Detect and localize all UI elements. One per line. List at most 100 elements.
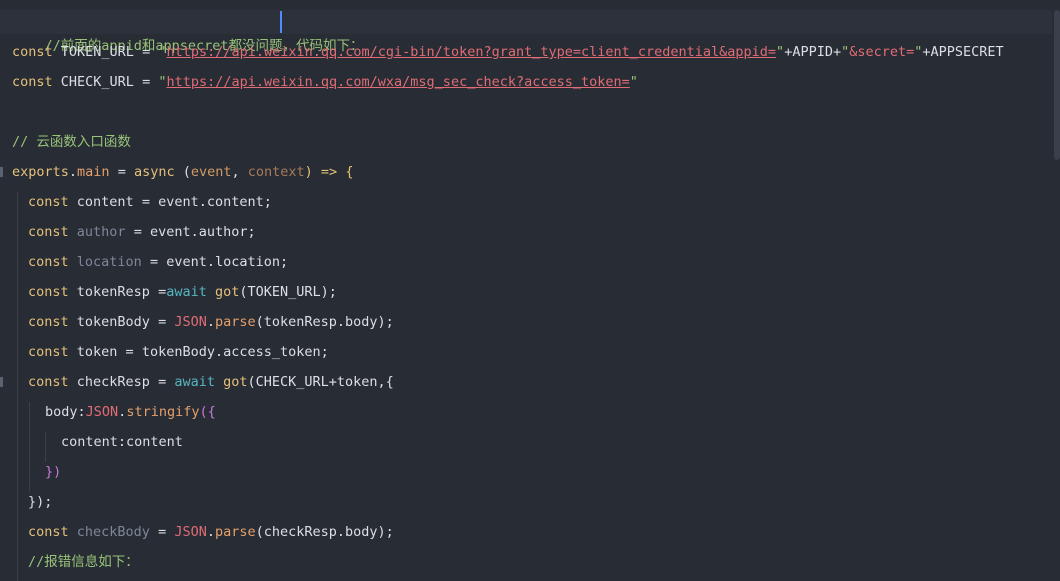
code-line-16[interactable]: })	[0, 460, 1060, 484]
code-line-8[interactable]: const author = event.author;	[0, 220, 1060, 244]
code-token: event.content;	[158, 194, 272, 210]
code-token: parse	[214, 524, 256, 540]
code-token: ({	[199, 404, 216, 420]
code-token: location	[76, 254, 142, 270]
code-token: const	[28, 314, 77, 330]
code-token: :	[77, 404, 86, 420]
code-token: CHECK_URL	[60, 74, 134, 90]
text-cursor	[280, 11, 282, 33]
code-token: &secret=	[849, 44, 915, 60]
code-token: TOKEN_URL	[60, 44, 134, 60]
code-token: main	[77, 164, 110, 180]
code-token: const	[28, 524, 77, 540]
code-token: =	[133, 44, 159, 60]
code-token: await	[174, 374, 215, 390]
code-token: const	[28, 344, 77, 360]
code-token: async	[133, 164, 175, 180]
code-token: event.location;	[166, 254, 289, 270]
code-token: got	[214, 284, 240, 300]
code-line-3[interactable]: const CHECK_URL = "https://api.weixin.qq…	[0, 70, 1052, 94]
code-token: checkBody	[76, 524, 150, 540]
code-token: (checkResp.body);	[255, 524, 394, 540]
code-line-7[interactable]: const content = event.content;	[0, 190, 1060, 214]
code-token: const	[28, 254, 77, 270]
code-token: parse	[214, 314, 256, 330]
code-token: https://api.weixin.qq.com/wxa/msg_sec_ch…	[166, 74, 630, 90]
code-line-12[interactable]: const token = tokenBody.access_token;	[0, 340, 1060, 364]
code-token: =	[149, 314, 175, 330]
code-token: .	[206, 314, 215, 330]
code-line-13[interactable]: const checkResp = await got(CHECK_URL+to…	[0, 370, 1060, 394]
code-token: =	[149, 524, 175, 540]
code-token: JSON	[174, 314, 207, 330]
vertical-scrollbar[interactable]	[1054, 10, 1060, 160]
code-token: body	[45, 404, 78, 420]
code-token: })	[45, 464, 62, 480]
code-token: (	[174, 164, 191, 180]
code-token: tokenBody	[76, 314, 150, 330]
code-token: await	[166, 284, 207, 300]
code-token: const	[28, 374, 77, 390]
code-token: (CHECK_URL+token,{	[247, 374, 394, 390]
code-token: event	[190, 164, 232, 180]
code-token: exports	[12, 164, 69, 180]
code-line-15[interactable]: content:content	[0, 430, 1060, 454]
code-editor[interactable]: //前面的appid和appsecret都没问题，代码如下： const TOK…	[0, 0, 1060, 581]
code-line-18[interactable]: const checkBody = JSON.parse(checkResp.b…	[0, 520, 1060, 544]
code-token: ) =>	[304, 164, 346, 180]
code-line-10[interactable]: const tokenResp =await got(TOKEN_URL);	[0, 280, 1060, 304]
code-token: =	[149, 374, 175, 390]
code-token: context	[247, 164, 305, 180]
code-token: });	[28, 494, 53, 510]
code-line-11[interactable]: const tokenBody = JSON.parse(tokenResp.b…	[0, 310, 1060, 334]
code-line-6[interactable]: exports.main = async (event, context) =>…	[0, 160, 1052, 184]
code-token: =	[141, 254, 167, 270]
code-token: // 云函数入口函数	[12, 134, 131, 150]
code-token: author	[76, 224, 126, 240]
code-token: const	[12, 74, 61, 90]
code-token: const	[28, 194, 77, 210]
code-line-1[interactable]: //前面的appid和appsecret都没问题，代码如下：	[0, 10, 1052, 54]
code-token: (TOKEN_URL);	[239, 284, 337, 300]
code-token: const	[12, 44, 61, 60]
code-token: ,	[231, 164, 248, 180]
code-token: //报错信息如下：	[28, 554, 139, 570]
code-token: checkResp	[76, 374, 150, 390]
code-token: content	[61, 434, 118, 450]
code-token: =	[117, 344, 142, 360]
code-token: .	[206, 524, 215, 540]
code-token: =	[149, 284, 167, 300]
code-token: got	[223, 374, 248, 390]
code-line-9[interactable]: const location = event.location;	[0, 250, 1060, 274]
code-token: {	[345, 164, 354, 180]
code-token: .	[68, 164, 78, 180]
code-token: tokenResp	[76, 284, 150, 300]
code-token: tokenBody.access_token;	[141, 344, 329, 360]
code-token: +APPSECRET	[922, 44, 1004, 60]
code-token: const	[28, 284, 77, 300]
code-token: stringify	[126, 404, 200, 420]
code-token: +APPID+	[784, 44, 842, 60]
code-token: token	[76, 344, 118, 360]
code-token: "	[776, 44, 785, 60]
code-token: =	[109, 164, 134, 180]
code-token: =	[133, 194, 159, 210]
code-line-14[interactable]: body:JSON.stringify({	[0, 400, 1060, 424]
code-line-17[interactable]: });	[0, 490, 1060, 514]
code-line-5[interactable]: // 云函数入口函数	[0, 130, 1052, 154]
code-token: (tokenResp.body);	[255, 314, 394, 330]
code-token: const	[28, 224, 77, 240]
code-token: "	[629, 74, 638, 90]
code-token: JSON	[85, 404, 119, 420]
code-line-4[interactable]	[0, 100, 1052, 124]
code-line-2[interactable]: const TOKEN_URL = "https://api.weixin.qq…	[0, 40, 1052, 64]
code-token: content	[76, 194, 134, 210]
code-token: https://api.weixin.qq.com/cgi-bin/token?…	[166, 44, 777, 60]
code-token: =	[125, 224, 150, 240]
code-token: "	[841, 44, 850, 60]
code-token: JSON	[174, 524, 207, 540]
code-token: event.author;	[149, 224, 256, 240]
code-line-19[interactable]: //报错信息如下：	[0, 550, 1060, 574]
